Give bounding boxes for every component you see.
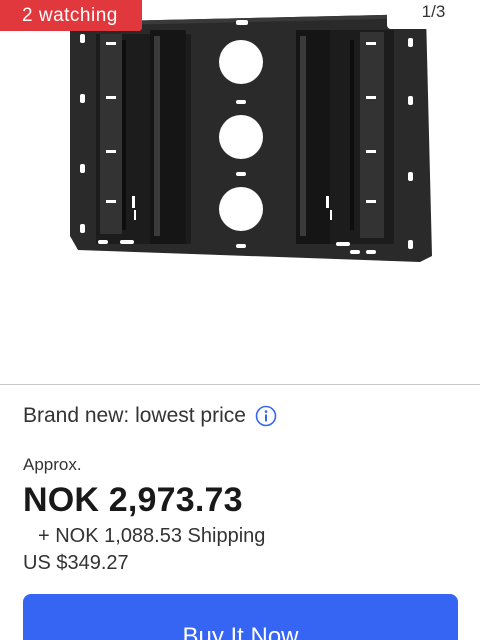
shipping-cost: + NOK 1,088.53 Shipping	[38, 525, 266, 547]
image-gallery[interactable]: 2 watching 1/3	[0, 0, 480, 384]
product-image[interactable]	[0, 0, 480, 384]
approx-label: Approx.	[23, 455, 82, 474]
usd-price: US $349.27	[23, 552, 129, 574]
gallery-divider	[0, 384, 480, 385]
listing-page: 2 watching 1/3 Brand new: lowest price A…	[0, 0, 480, 640]
image-counter: 1/3	[387, 0, 480, 29]
buy-it-now-button[interactable]: Buy It Now	[23, 594, 458, 640]
condition-row: Brand new: lowest price	[23, 404, 277, 428]
condition-label: Brand new: lowest price	[23, 404, 246, 427]
watchers-badge: 2 watching	[0, 0, 142, 31]
info-icon[interactable]	[255, 405, 277, 427]
price: NOK 2,973.73	[23, 481, 243, 519]
